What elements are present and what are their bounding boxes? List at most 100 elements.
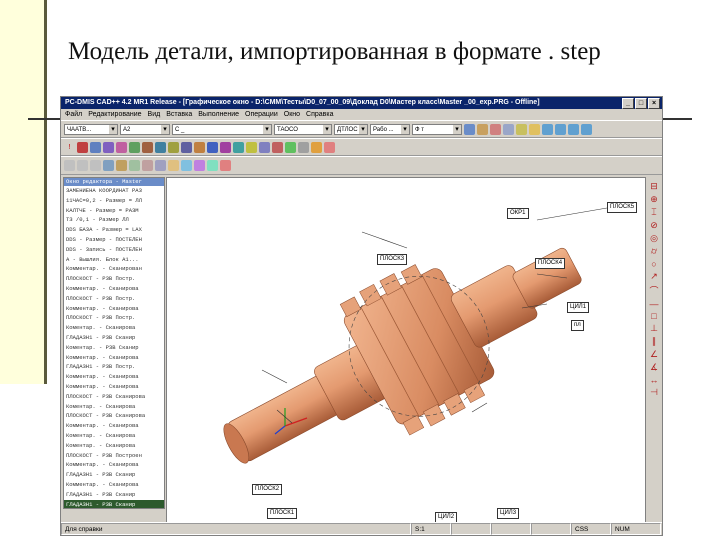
tree-row[interactable]: ПЛОСКОСТ - РЗВ Сканирова [64, 392, 164, 402]
label-pl[interactable]: пл [571, 320, 584, 331]
menu-operations[interactable]: Операции [245, 109, 278, 120]
tree-row[interactable]: Комментар. - Сканирова [64, 353, 164, 363]
tree-row[interactable]: Комментар. - Сканирова [64, 372, 164, 382]
tree-row[interactable]: DDS БАЗА - Размер = LAX [64, 225, 164, 235]
point-icon[interactable] [90, 141, 101, 153]
plane-icon[interactable] [116, 141, 127, 153]
tree-row[interactable]: ГЛАДАЗН1 - РЗВ Постр. [64, 362, 164, 372]
tree-row[interactable]: А - Вышлия. Блок А1... [64, 255, 164, 265]
cylindricity-icon[interactable]: ⌭ [651, 246, 657, 257]
check-icon[interactable] [285, 141, 296, 153]
perpendicular-icon[interactable]: ⊥ [650, 323, 658, 334]
minimize-button[interactable]: _ [622, 98, 634, 109]
circle-icon[interactable] [129, 141, 140, 153]
probe-icon[interactable] [464, 123, 475, 135]
exclamation-icon[interactable]: ! [64, 142, 75, 153]
distance-icon[interactable]: ↔ [650, 375, 659, 385]
workplane-combo[interactable]: Рабо ... [370, 123, 410, 135]
arc-icon[interactable]: ⌒ [649, 284, 658, 297]
view-combo[interactable]: Ф т [412, 123, 462, 135]
tree-row[interactable]: ПЛОСКОСТ - РЗВ Постр. [64, 313, 164, 323]
position-icon[interactable]: ⊕ [650, 194, 658, 205]
pan-icon[interactable] [116, 160, 127, 171]
report-icon[interactable] [246, 141, 257, 153]
label-cil3[interactable]: ЦИЛ3 [497, 508, 520, 519]
cone-icon[interactable] [155, 141, 166, 153]
sphere-icon[interactable] [168, 141, 179, 153]
light-icon[interactable] [311, 141, 322, 153]
profile-icon[interactable]: ⊘ [650, 220, 658, 231]
tree-row[interactable]: Комментар. - Сканирова [64, 304, 164, 314]
label-okr1[interactable]: ОКР1 [507, 208, 529, 219]
line-icon[interactable] [103, 141, 114, 153]
plane-combo[interactable]: ТАОСО [274, 123, 332, 135]
select-icon[interactable] [64, 160, 75, 171]
menu-edit[interactable]: Редактирование [88, 109, 141, 120]
probe-mode-icon[interactable] [194, 160, 205, 171]
slope-icon[interactable]: ∡ [650, 362, 658, 373]
view-iso-icon[interactable] [542, 123, 553, 135]
tree-row[interactable]: Коментар. - Сканирова [64, 323, 164, 333]
pointer-icon[interactable] [77, 160, 88, 171]
symmetry-icon[interactable]: ⌶ [651, 207, 656, 218]
construct-icon[interactable] [194, 141, 205, 153]
star-icon[interactable] [529, 123, 540, 135]
text-icon[interactable] [168, 160, 179, 171]
alignment-combo[interactable]: С _ [172, 123, 272, 135]
measure-icon[interactable] [490, 123, 501, 135]
clear-icon[interactable] [220, 160, 231, 171]
parallel-icon[interactable]: ∥ [652, 336, 657, 347]
tree-row[interactable]: Коментар. - Сканирова [64, 402, 164, 412]
circularity-icon[interactable]: ○ [651, 259, 656, 269]
tree-row[interactable]: ЗАМЕНИЕНА КООРДИНАТ РАЗ [64, 186, 164, 196]
tree-row[interactable]: DDS - Запись - ПОСТЕЛЕН [64, 245, 164, 255]
tree-row[interactable]: КАЛТЧЕ - Размер = РАЗМ [64, 206, 164, 216]
tree-row[interactable]: ГЛАДАЗН1 - РЗВ Сканир [64, 470, 164, 480]
close-button[interactable]: × [648, 98, 660, 109]
dimension-icon[interactable] [207, 141, 218, 153]
menu-file[interactable]: Файл [65, 109, 82, 120]
tree-row[interactable]: ПЛОСКОСТ - РЗВ Постр. [64, 274, 164, 284]
layer-icon[interactable] [181, 160, 192, 171]
tree-row[interactable]: DDS - Размер - ПОСТЕЛЕН [64, 235, 164, 245]
tree-row[interactable]: Коментар. - РЗВ Сканир [64, 343, 164, 353]
path-icon[interactable] [207, 160, 218, 171]
label-plosk3[interactable]: ПЛОСК3 [377, 254, 408, 265]
menu-view[interactable]: Вид [148, 109, 161, 120]
shade-icon[interactable] [142, 160, 153, 171]
menu-run[interactable]: Выполнение [198, 109, 239, 120]
grid-icon[interactable] [298, 141, 309, 153]
tree-row[interactable]: Комментар. - Сканирова [64, 460, 164, 470]
menu-help[interactable]: Справка [306, 109, 333, 120]
tip-combo[interactable]: А2 [120, 123, 170, 135]
color-icon[interactable] [324, 141, 335, 153]
zoom-icon[interactable] [90, 160, 101, 171]
stop-icon[interactable] [77, 141, 88, 153]
offset-icon[interactable]: ⊣ [650, 387, 658, 398]
axis-icon[interactable] [503, 123, 514, 135]
settings-icon[interactable] [516, 123, 527, 135]
concentricity-icon[interactable]: ◎ [650, 233, 658, 244]
label-cil1[interactable]: ЦИЛ1 [567, 302, 590, 313]
runout-icon[interactable]: ↗ [650, 271, 658, 282]
view-front-icon[interactable] [555, 123, 566, 135]
tree-row[interactable]: Комментар. - Сканирова [64, 382, 164, 392]
label-plosk1[interactable]: ПЛОСК1 [267, 508, 298, 519]
tree-row[interactable]: Комментар. - Сканирова [64, 284, 164, 294]
menu-insert[interactable]: Вставка [166, 109, 192, 120]
mode-combo[interactable]: ДТЛОС [334, 123, 368, 135]
tree-row[interactable]: 11ЧАС=0,2 - Размер = ЛЛ [64, 196, 164, 206]
tree-row[interactable]: Комментар. - Сканирова [64, 421, 164, 431]
view-top-icon[interactable] [568, 123, 579, 135]
tree-row[interactable]: ГЛАДАЗН1 - РЗВ Сканир [64, 490, 164, 500]
fit-icon[interactable] [129, 160, 140, 171]
tree-row[interactable]: ГЛАДАЗН1 - РЗВ Сканир [64, 333, 164, 343]
maximize-button[interactable]: □ [635, 98, 647, 109]
tree-row[interactable]: Комментар. - Сканирован [64, 264, 164, 274]
move-icon[interactable] [259, 141, 270, 153]
straightness-icon[interactable]: — [650, 299, 659, 309]
angle-icon[interactable]: ∠ [650, 349, 658, 360]
label-plosk2[interactable]: ПЛОСК2 [252, 484, 283, 495]
label-plosk5[interactable]: ПЛОСК5 [607, 202, 638, 213]
tree-row[interactable]: Коментар. - Сканирова [64, 431, 164, 441]
